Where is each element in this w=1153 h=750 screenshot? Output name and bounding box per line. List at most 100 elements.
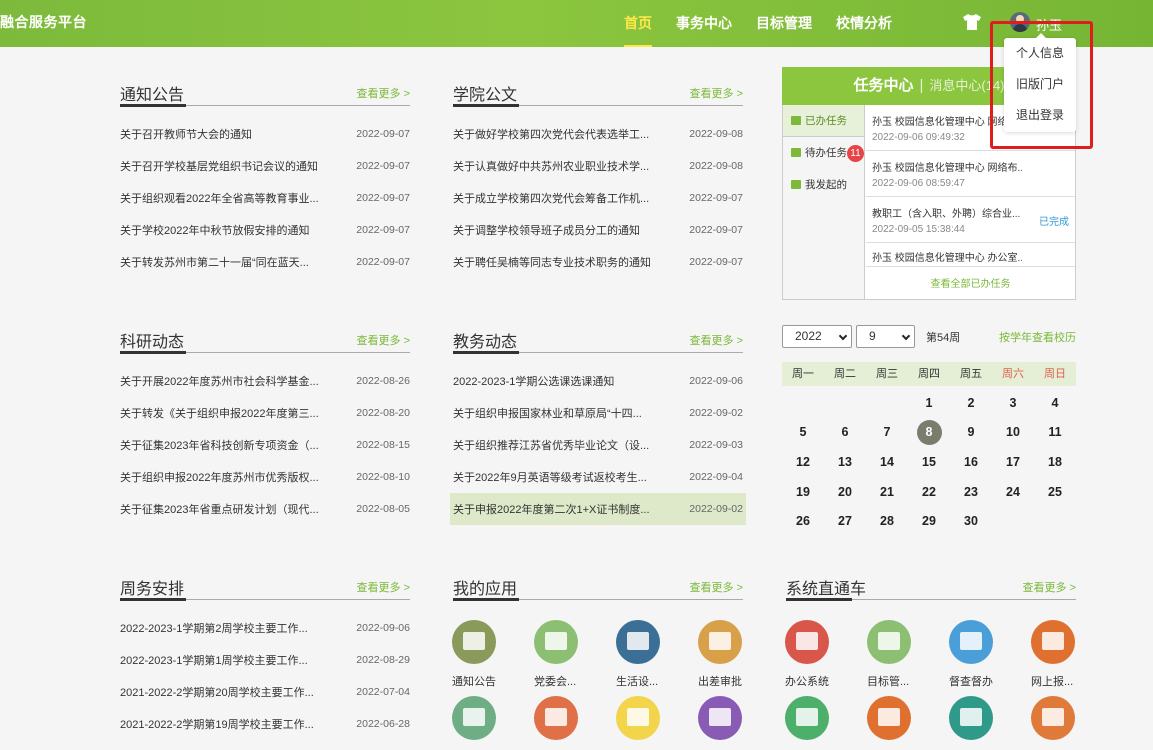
app-tile[interactable]: 通知公告 xyxy=(452,620,534,692)
list-item[interactable]: 关于召开教师节大会的通知 2022-09-07 xyxy=(120,118,410,150)
month-select[interactable]: 9 xyxy=(856,325,915,348)
task-center-title[interactable]: 任务中心 xyxy=(853,77,913,94)
list-item[interactable]: 2022-2023-1学期第1周学校主要工作... 2022-08-29 xyxy=(120,644,410,676)
list-item[interactable]: 关于调整学校领导班子成员分工的通知 2022-09-07 xyxy=(453,214,743,246)
list-item[interactable]: 关于认真做好中共苏州农业职业技术学... 2022-09-08 xyxy=(453,150,743,182)
tab-done-tasks[interactable]: 已办任务 xyxy=(783,105,864,137)
view-more-link[interactable]: 查看更多 > xyxy=(357,579,410,595)
list-item[interactable]: 关于开展2022年度苏州市社会科学基金... 2022-08-26 xyxy=(120,365,410,397)
app-tile[interactable]: 出差审批 xyxy=(698,620,780,692)
calendar-day[interactable]: 16 xyxy=(950,447,992,477)
message-center-tab[interactable]: 消息中心(14) xyxy=(929,78,1004,93)
app-tile[interactable]: 目标管... xyxy=(867,620,949,692)
calendar-day[interactable]: 13 xyxy=(824,447,866,477)
app-tile[interactable]: 党委会... xyxy=(534,620,616,692)
app-icon xyxy=(698,696,742,740)
app-tile[interactable]: 网上报... xyxy=(1031,620,1113,692)
nav-home[interactable]: 首页 xyxy=(612,0,664,47)
view-more-link[interactable]: 查看更多 > xyxy=(690,85,743,101)
nav-affairs[interactable]: 事务中心 xyxy=(664,0,744,47)
calendar-day[interactable]: 15 xyxy=(908,447,950,477)
calendar-day[interactable]: 5 xyxy=(782,418,824,448)
view-more-link[interactable]: 查看更多 > xyxy=(690,579,743,595)
user-name[interactable]: 孙玉 xyxy=(1036,15,1062,34)
app-tile[interactable] xyxy=(534,696,616,750)
list-item[interactable]: 2021-2022-2学期第20周学校主要工作... 2022-07-04 xyxy=(120,676,410,708)
app-tile[interactable] xyxy=(949,696,1031,750)
list-item[interactable]: 关于成立学校第四次党代会筹备工作机... 2022-09-07 xyxy=(453,182,743,214)
task-item[interactable]: 孙玉 校园信息化管理中心 网络布... 2022-09-06 08:59:47 xyxy=(866,151,1075,197)
menu-item-profile[interactable]: 个人信息 xyxy=(1004,38,1076,69)
academic-calendar-link[interactable]: 按学年查看校历 xyxy=(999,329,1076,345)
view-more-link[interactable]: 查看更多 > xyxy=(1023,579,1076,595)
calendar-day[interactable]: 14 xyxy=(866,447,908,477)
app-tile[interactable] xyxy=(698,696,780,750)
task-item[interactable]: 孙玉 校园信息化管理中心 办公室... xyxy=(866,243,1075,267)
list-item[interactable]: 关于组织推荐江苏省优秀毕业论文（设... 2022-09-03 xyxy=(453,429,743,461)
app-tile[interactable] xyxy=(867,696,949,750)
calendar-day[interactable]: 27 xyxy=(824,506,866,536)
view-more-link[interactable]: 查看更多 > xyxy=(357,332,410,348)
list-item[interactable]: 2021-2022-2学期第19周学校主要工作... 2022-06-28 xyxy=(120,708,410,740)
view-all-done-tasks-link[interactable]: 查看全部已办任务 xyxy=(866,271,1075,299)
calendar-day[interactable]: 9 xyxy=(950,418,992,448)
calendar-day[interactable]: 25 xyxy=(1034,477,1076,507)
view-more-link[interactable]: 查看更多 > xyxy=(357,85,410,101)
menu-item-old-portal[interactable]: 旧版门户 xyxy=(1004,69,1076,100)
nav-goals[interactable]: 目标管理 xyxy=(744,0,824,47)
calendar-day[interactable]: 30 xyxy=(950,506,992,536)
app-tile[interactable] xyxy=(1031,696,1113,750)
calendar-day-today[interactable]: 8 xyxy=(908,418,950,448)
list-item[interactable]: 关于聘任吴楠等同志专业技术职务的通知 2022-09-07 xyxy=(453,246,743,278)
list-item[interactable]: 关于转发苏州市第二十一届“同在蓝天... 2022-09-07 xyxy=(120,246,410,278)
tab-initiated[interactable]: 我发起的 xyxy=(783,169,864,201)
calendar-day[interactable]: 21 xyxy=(866,477,908,507)
calendar-day[interactable]: 26 xyxy=(782,506,824,536)
app-tile[interactable] xyxy=(616,696,698,750)
app-tile[interactable] xyxy=(452,696,534,750)
calendar-day[interactable]: 7 xyxy=(866,418,908,448)
app-tile[interactable]: 生活设... xyxy=(616,620,698,692)
calendar-day[interactable]: 11 xyxy=(1034,418,1076,448)
task-item[interactable]: 教职工（含入职、外聘）综合业... 2022-09-05 15:38:44 已完… xyxy=(866,197,1075,243)
skin-shirt-icon[interactable] xyxy=(962,13,982,31)
list-item[interactable]: 2022-2023-1学期公选课选课通知 2022-09-06 xyxy=(453,365,743,397)
app-tile[interactable] xyxy=(785,696,867,750)
calendar-day[interactable]: 19 xyxy=(782,477,824,507)
calendar-day[interactable]: 17 xyxy=(992,447,1034,477)
calendar-day[interactable]: 29 xyxy=(908,506,950,536)
calendar-day[interactable]: 24 xyxy=(992,477,1034,507)
calendar-day[interactable]: 6 xyxy=(824,418,866,448)
list-item[interactable]: 关于做好学校第四次党代会代表选举工... 2022-09-08 xyxy=(453,118,743,150)
nav-analysis[interactable]: 校情分析 xyxy=(824,0,904,47)
app-tile[interactable]: 办公系统 xyxy=(785,620,867,692)
calendar-day[interactable]: 3 xyxy=(992,388,1034,418)
list-item[interactable]: 关于组织申报国家林业和草原局“十四... 2022-09-02 xyxy=(453,397,743,429)
list-item[interactable]: 关于征集2023年省科技创新专项资金（... 2022-08-15 xyxy=(120,429,410,461)
view-more-link[interactable]: 查看更多 > xyxy=(690,332,743,348)
calendar-day[interactable]: 28 xyxy=(866,506,908,536)
user-avatar[interactable] xyxy=(1010,12,1030,32)
calendar-day[interactable]: 4 xyxy=(1034,388,1076,418)
app-tile[interactable]: 督查督办 xyxy=(949,620,1031,692)
calendar-day[interactable]: 12 xyxy=(782,447,824,477)
list-item[interactable]: 关于2022年9月英语等级考试返校考生... 2022-09-04 xyxy=(453,461,743,493)
calendar-day[interactable]: 18 xyxy=(1034,447,1076,477)
calendar-day[interactable]: 1 xyxy=(908,388,950,418)
calendar-day[interactable]: 2 xyxy=(950,388,992,418)
menu-item-logout[interactable]: 退出登录 xyxy=(1004,100,1076,131)
tab-todo-tasks[interactable]: 待办任务 11 xyxy=(783,137,864,169)
calendar-day[interactable]: 20 xyxy=(824,477,866,507)
list-item[interactable]: 关于申报2022年度第二次1+X证书制度... 2022-09-02 xyxy=(450,493,746,525)
calendar-day[interactable]: 10 xyxy=(992,418,1034,448)
list-item[interactable]: 关于组织申报2022年度苏州市优秀版权... 2022-08-10 xyxy=(120,461,410,493)
calendar-day[interactable]: 23 xyxy=(950,477,992,507)
list-item[interactable]: 关于组织观看2022年全省高等教育事业... 2022-09-07 xyxy=(120,182,410,214)
list-item[interactable]: 关于学校2022年中秋节放假安排的通知 2022-09-07 xyxy=(120,214,410,246)
list-item[interactable]: 关于召开学校基层党组织书记会议的通知 2022-09-07 xyxy=(120,150,410,182)
calendar-day[interactable]: 22 xyxy=(908,477,950,507)
year-select[interactable]: 2022 xyxy=(782,325,852,348)
list-item[interactable]: 关于征集2023年省重点研发计划（现代... 2022-08-05 xyxy=(120,493,410,525)
list-item[interactable]: 2022-2023-1学期第2周学校主要工作... 2022-09-06 xyxy=(120,612,410,644)
list-item[interactable]: 关于转发《关于组织申报2022年度第三... 2022-08-20 xyxy=(120,397,410,429)
